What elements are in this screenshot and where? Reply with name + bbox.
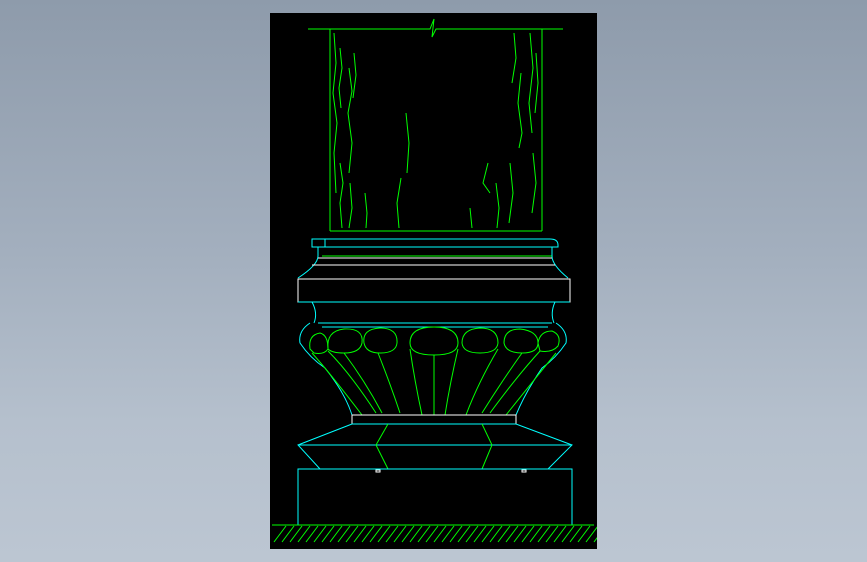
lower-fillet bbox=[351, 414, 517, 425]
drawing-viewport[interactable] bbox=[270, 13, 597, 549]
column-shaft bbox=[308, 18, 563, 232]
cad-window: { "drawing": { "subject": "column-base-e… bbox=[0, 0, 867, 562]
facet-right bbox=[481, 423, 493, 470]
neck-right bbox=[551, 301, 556, 324]
facet-left bbox=[375, 423, 389, 470]
column-base-drawing bbox=[272, 18, 597, 543]
ground-hatch bbox=[272, 524, 597, 543]
neck-left bbox=[311, 301, 317, 324]
chamfer-block-outline bbox=[297, 423, 573, 470]
shaft-grain bbox=[332, 32, 539, 229]
fillet-top bbox=[311, 238, 559, 248]
torus-right-curve bbox=[551, 247, 569, 279]
mark-left bbox=[375, 469, 381, 473]
base-block bbox=[297, 468, 573, 526]
leaf-tips bbox=[309, 326, 560, 356]
upper-moulding bbox=[297, 238, 571, 328]
leaf-bell bbox=[299, 322, 567, 416]
lower-plinth bbox=[297, 414, 573, 526]
mark-right bbox=[521, 469, 527, 473]
break-line bbox=[308, 18, 563, 38]
abacus-slab bbox=[297, 278, 571, 303]
torus-left-curve bbox=[297, 247, 319, 279]
